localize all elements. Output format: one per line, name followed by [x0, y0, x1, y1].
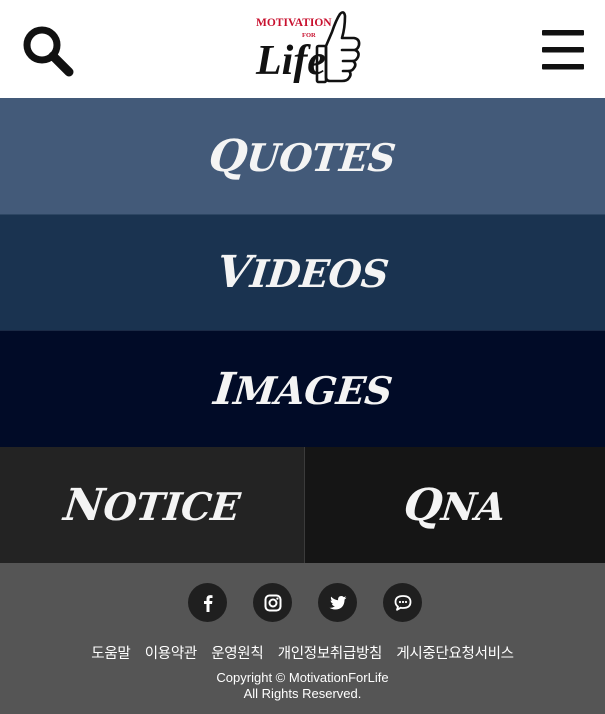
- logo-image: MOTIVATION FOR Life: [255, 11, 361, 84]
- menu-button[interactable]: [540, 28, 588, 72]
- twitter-icon: [329, 595, 346, 609]
- facebook-icon: [203, 594, 212, 612]
- logo-top-text: MOTIVATION: [256, 17, 332, 29]
- nav-tile-quotes[interactable]: QUOTES: [0, 98, 605, 214]
- footer: 도움말 이용약관 운영원칙 개인정보취급방침 게시중단요청서비스 Copyrig…: [0, 563, 605, 714]
- footer-link-takedown-request[interactable]: 게시중단요청서비스: [396, 646, 514, 662]
- logo[interactable]: MOTIVATION FOR Life: [254, 6, 364, 92]
- nav-label-qna: QNA: [401, 479, 508, 531]
- copyright: Copyright © MotivationForLife All Rights…: [0, 670, 605, 702]
- nav-tile-notice[interactable]: NOTICE: [0, 447, 305, 563]
- search-icon: [23, 26, 74, 77]
- instagram-link[interactable]: [253, 583, 292, 622]
- nav-tile-qna[interactable]: QNA: [305, 447, 605, 563]
- nav-tile-images[interactable]: IMAGES: [0, 330, 605, 447]
- instagram-icon: [264, 594, 281, 611]
- chat-bubble-icon: [394, 594, 411, 611]
- logo-main-text: Life: [255, 38, 326, 84]
- chat-link[interactable]: [383, 583, 422, 622]
- header: MOTIVATION FOR Life: [0, 0, 605, 98]
- twitter-link[interactable]: [318, 583, 357, 622]
- nav-label-images: IMAGES: [210, 363, 394, 415]
- copyright-line2: All Rights Reserved.: [243, 686, 362, 701]
- footer-link-help[interactable]: 도움말: [91, 646, 130, 662]
- hamburger-menu-icon: [542, 30, 584, 70]
- nav-label-videos: VIDEOS: [214, 247, 391, 298]
- facebook-link[interactable]: [188, 583, 227, 622]
- footer-link-privacy-policy[interactable]: 개인정보취급방침: [278, 646, 383, 662]
- footer-link-operating-principles[interactable]: 운영원칙: [211, 646, 263, 662]
- nav-tile-videos[interactable]: VIDEOS: [0, 214, 605, 330]
- footer-links: 도움말 이용약관 운영원칙 개인정보취급방침 게시중단요청서비스: [0, 642, 605, 663]
- footer-link-terms[interactable]: 이용약관: [145, 646, 197, 662]
- nav-label-quotes: QUOTES: [206, 130, 398, 182]
- copyright-line1: Copyright © MotivationForLife: [216, 670, 389, 685]
- search-button[interactable]: [20, 24, 76, 78]
- nav-label-notice: NOTICE: [61, 479, 243, 531]
